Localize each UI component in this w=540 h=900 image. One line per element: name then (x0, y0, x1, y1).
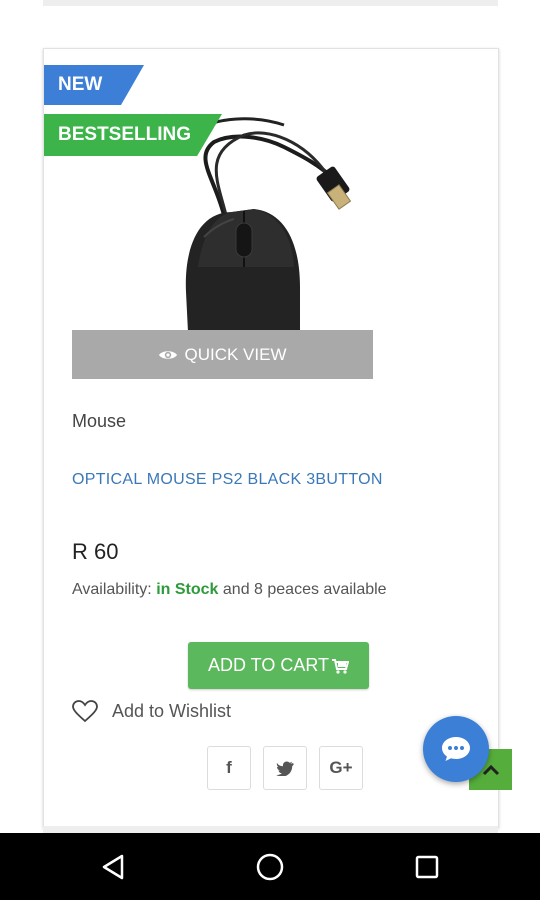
stock-count: and 8 peaces available (222, 581, 387, 598)
quick-view-label: QUICK VIEW (184, 344, 287, 364)
home-button[interactable] (235, 833, 305, 900)
twitter-icon (276, 761, 294, 776)
home-icon (256, 853, 284, 880)
add-to-wishlist[interactable]: Add to Wishlist (72, 700, 231, 723)
availability-label: Availability: (72, 581, 152, 598)
stock-status: in Stock (156, 581, 219, 598)
wishlist-label: Add to Wishlist (112, 701, 232, 721)
cart-icon (332, 658, 350, 674)
product-title-link[interactable]: OPTICAL MOUSE PS2 BLACK 3BUTTON (72, 471, 383, 489)
back-icon (102, 854, 124, 879)
back-button[interactable] (78, 833, 148, 900)
facebook-icon: f (226, 758, 232, 777)
facebook-share-button[interactable]: f (207, 746, 251, 790)
eye-icon (159, 350, 178, 359)
product-price: R 60 (72, 539, 119, 564)
product-card: NEW BESTSELLING QUICK VIEW Mouse OPTICAL… (43, 48, 499, 828)
new-badge: NEW (44, 65, 144, 105)
product-category[interactable]: Mouse (72, 411, 126, 432)
add-to-cart-button[interactable]: ADD TO CART (188, 642, 369, 689)
heart-icon (72, 700, 98, 723)
twitter-share-button[interactable] (263, 746, 307, 790)
recents-button[interactable] (392, 833, 462, 900)
system-navigation-bar (0, 833, 540, 900)
google-plus-icon: G+ (329, 758, 353, 777)
availability-line: Availability: in Stock and 8 peaces avai… (72, 581, 387, 599)
recents-icon (415, 855, 439, 878)
add-to-cart-label: ADD TO CART (207, 655, 330, 675)
chat-button[interactable] (423, 716, 489, 782)
quick-view-button[interactable]: QUICK VIEW (72, 330, 373, 379)
bestselling-badge: BESTSELLING (44, 114, 222, 156)
chat-bubble-icon (442, 737, 470, 761)
google-plus-share-button[interactable]: G+ (319, 746, 363, 790)
previous-card-edge (43, 0, 498, 6)
